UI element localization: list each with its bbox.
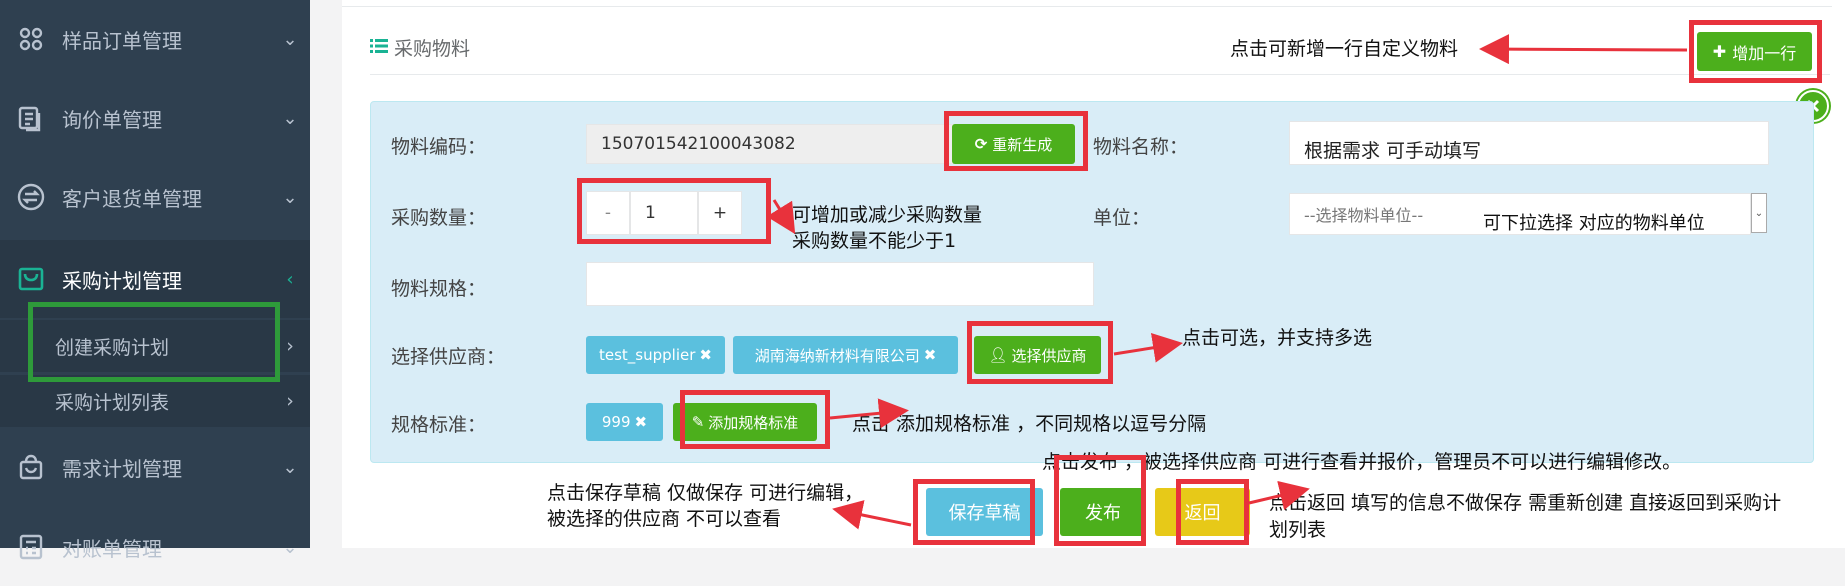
nav-item-demand-plan[interactable]: 需求计划管理 ⌄: [0, 428, 310, 506]
chevron-down-icon: ⌄: [282, 28, 298, 50]
chevron-left-icon: ‹: [286, 268, 294, 290]
material-code-field: 150701542100043082: [586, 124, 990, 164]
chevron-down-icon: ⌄: [282, 186, 298, 208]
chevron-right-icon: ›: [286, 390, 294, 412]
calculator-icon: [14, 532, 48, 562]
sidebar-item-plan-list[interactable]: 采购计划列表 ›: [0, 375, 310, 427]
shopping-bag-icon: [14, 452, 48, 482]
standard-tag[interactable]: 999 ✖: [586, 403, 663, 441]
annotation-back-2: 划列表: [1269, 519, 1327, 541]
annotation-box: [1689, 20, 1822, 83]
nav-item-statements[interactable]: 对账单管理 ⌄: [0, 508, 310, 586]
nav-label: 需求计划管理: [62, 456, 182, 481]
nav-item-inquiry[interactable]: 询价单管理 ⌄: [0, 79, 310, 157]
chevron-down-icon[interactable]: ⌄: [1751, 193, 1767, 233]
close-icon[interactable]: ✖: [635, 413, 648, 431]
material-code-value: 150701542100043082: [601, 134, 796, 154]
list-icon: [370, 37, 390, 59]
material-name-value: 根据需求 可手动填写: [1304, 139, 1482, 162]
nav-item-returns[interactable]: 客户退货单管理 ⌄: [0, 158, 310, 236]
annotation-qty-2: 采购数量不能少于1: [792, 230, 957, 252]
nav-label: 客户退货单管理: [62, 186, 202, 211]
annotation-add-row: 点击可新增一行自定义物料: [1230, 38, 1459, 60]
divider: [342, 6, 1832, 7]
annotation-box: [944, 111, 1088, 171]
qty-label: 采购数量：: [391, 207, 487, 229]
standard-label: 规格标准：: [391, 414, 487, 436]
sidebar: 样品订单管理 ⌄ 询价单管理 ⌄ 客户退货单管理 ⌄ 采购计划管理 ‹ 创建采购…: [0, 0, 310, 561]
supplier-label: 选择供应商：: [391, 346, 506, 368]
chevron-down-icon: ⌄: [282, 107, 298, 129]
code-label: 物料编码：: [391, 136, 487, 158]
cart-icon: [14, 264, 48, 294]
annotation-box: [1176, 479, 1249, 545]
highlight-box-create-plan: [28, 302, 280, 382]
annotation-draft-1: 点击保存草稿 仅做保存 可进行编辑，: [547, 482, 864, 504]
annotation-qty-1: 可增加或减少采购数量: [792, 204, 983, 226]
spec-label: 物料规格：: [391, 278, 487, 300]
annotation-box: [967, 321, 1113, 384]
section-title-text: 采购物料: [394, 38, 471, 60]
annotation-box: [913, 479, 1035, 545]
chevron-down-icon: ⌄: [282, 456, 298, 478]
nav-label: 采购计划管理: [62, 268, 182, 293]
annotation-box: [680, 390, 830, 449]
supplier-tag-label: 湖南海纳新材料有限公司: [754, 346, 920, 365]
section-title: 采购物料: [370, 34, 470, 61]
close-icon[interactable]: ✖: [924, 346, 937, 364]
document-icon: [14, 103, 48, 133]
nav-label: 对账单管理: [62, 536, 162, 561]
material-name-input[interactable]: 根据需求 可手动填写: [1289, 121, 1769, 165]
sub-label: 采购计划列表: [55, 391, 170, 414]
chevron-down-icon: ⌄: [282, 536, 298, 558]
unit-label: 单位：: [1093, 207, 1151, 229]
nav-label: 询价单管理: [62, 107, 162, 132]
exchange-icon: [14, 182, 48, 212]
annotation-box: [577, 178, 771, 244]
standard-tag-label: 999: [601, 413, 631, 431]
name-label: 物料名称：: [1093, 136, 1189, 158]
supplier-tag[interactable]: test_supplier ✖: [586, 336, 725, 374]
annotation-box: [1054, 455, 1146, 546]
unit-placeholder: --选择物料单位--: [1304, 206, 1424, 225]
annotation-supplier: 点击可选，并支持多选: [1182, 327, 1373, 349]
annotation-unit: 可下拉选择 对应的物料单位: [1483, 213, 1705, 234]
supplier-tag[interactable]: 湖南海纳新材料有限公司 ✖: [733, 336, 958, 374]
supplier-tag-label: test_supplier: [599, 346, 696, 364]
annotation-draft-2: 被选择的供应商 不可以查看: [547, 508, 782, 530]
nav-label: 样品订单管理: [62, 28, 182, 53]
close-icon[interactable]: ✖: [699, 346, 712, 364]
divider: [370, 74, 1830, 75]
command-icon: [14, 24, 48, 54]
nav-item-sample-orders[interactable]: 样品订单管理 ⌄: [0, 0, 310, 78]
annotation-back-1: 点击返回 填写的信息不做保存 需重新创建 直接返回到采购计: [1269, 492, 1782, 514]
annotation-standard: 点击 添加规格标准 ，不同规格以逗号分隔: [852, 413, 1207, 435]
material-spec-input[interactable]: [586, 262, 1094, 306]
